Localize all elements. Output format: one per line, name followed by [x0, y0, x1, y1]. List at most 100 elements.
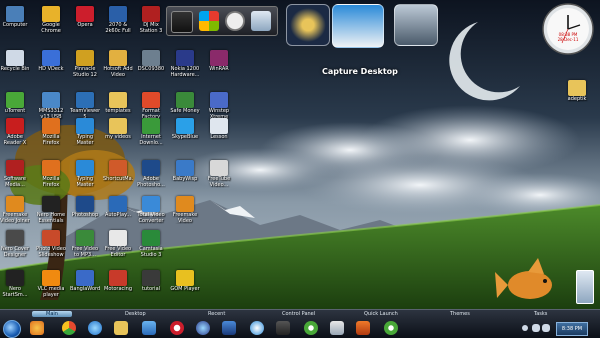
desktop-icon[interactable]: Recycle Bin	[0, 50, 30, 72]
app-icon	[109, 270, 127, 286]
desktop-icon-adeptik[interactable]: adeptik	[562, 80, 592, 102]
desktop-icon[interactable]: uTorrent	[0, 92, 30, 114]
desktop-icon[interactable]: Software Media...	[0, 160, 30, 188]
desktop-icon[interactable]: BabyWisp	[170, 160, 200, 182]
tray-arrow-icon[interactable]	[522, 325, 528, 331]
desktop-icon[interactable]: Free Video to MP3...	[70, 230, 100, 258]
utorrent-icon[interactable]	[384, 321, 398, 335]
desktop-icon-label: adeptik	[567, 96, 587, 102]
tray-flag-icon[interactable]	[532, 324, 540, 332]
desktop-icon[interactable]: Opera	[70, 6, 100, 28]
desktop-icon[interactable]: Freemake Video Joiner	[0, 196, 30, 224]
desktop-icon[interactable]: Nero Home Essentials	[36, 196, 66, 224]
app-icon	[42, 196, 60, 212]
desktop-icon[interactable]: Adobe Reader X	[0, 118, 30, 146]
desktop-icon[interactable]: Hotsoft Add Video Frame	[103, 50, 133, 78]
app-icon	[6, 160, 24, 176]
desktop-icon[interactable]: Google Chrome	[36, 6, 66, 34]
desktop-icon[interactable]: Typing Master	[70, 160, 100, 188]
desktop-icon[interactable]: Free Video Editor	[103, 230, 133, 258]
desktop-icon-label: Hotsoft Add Video Frame	[103, 66, 133, 78]
desktop-icon[interactable]: Adobe Photosho...	[136, 160, 166, 188]
video-icon[interactable]	[356, 321, 370, 335]
taskbar-clock[interactable]: 8:38 PM	[556, 322, 588, 336]
desktop-icon-label: WinRAR	[209, 66, 229, 72]
desktop-icon[interactable]: TeamViewer 5	[70, 92, 100, 120]
opera-icon[interactable]	[170, 321, 184, 335]
tab-quick-launch[interactable]: Quick Launch	[364, 311, 398, 317]
desktop-icon[interactable]: SkypeBlue	[170, 118, 200, 140]
desktop-icon[interactable]: Format Factory	[136, 92, 166, 120]
monitor-icon[interactable]	[394, 4, 438, 46]
app-icon	[76, 196, 94, 212]
desktop-icon[interactable]: AutoPlay...	[103, 196, 133, 218]
firefox-icon[interactable]	[30, 321, 44, 335]
app-icon	[176, 196, 194, 212]
photos-icon[interactable]	[330, 321, 344, 335]
desktop-icon[interactable]: Computer	[0, 6, 30, 28]
tab-main[interactable]: Main	[32, 311, 72, 317]
desktop-icon[interactable]: Mozilla Firefox	[36, 160, 66, 188]
app-icon	[76, 118, 94, 134]
desktop-icon[interactable]: Internet Downlo...	[136, 118, 166, 146]
nexus-icon[interactable]	[171, 11, 193, 33]
desktop-icon[interactable]: Nokia 1200 Hardware...	[170, 50, 200, 78]
desktop-icon[interactable]: Mozilla Firefox	[36, 118, 66, 146]
desktop-icon[interactable]: Nero Cover Designer	[0, 230, 30, 258]
app-icon	[6, 50, 24, 66]
tab-themes[interactable]: Themes	[450, 311, 470, 317]
desktop-icon[interactable]: Camtasia Studio 3	[136, 230, 166, 258]
desktop-icon[interactable]: VLC media player	[36, 270, 66, 298]
desktop-icon[interactable]: Photoshop	[70, 196, 100, 218]
desktop-icon[interactable]: Lesson	[204, 118, 234, 140]
app-icon	[176, 160, 194, 176]
desktop-icon[interactable]: MMS3312 v13 USB	[36, 92, 66, 120]
desktop-icon-label: Camtasia Studio 3	[139, 246, 163, 258]
ie-icon[interactable]	[88, 321, 102, 335]
desktop-icon[interactable]: Freemake Video Conv...	[170, 196, 200, 224]
desktop-icon[interactable]: 2070 & 2k60c Full Solution	[103, 6, 133, 34]
display-icon[interactable]	[222, 321, 236, 335]
folder-icon	[568, 80, 586, 96]
desktop-icon[interactable]: HD VDeck	[36, 50, 66, 72]
utorrent-icon[interactable]	[304, 321, 318, 335]
desktop-icon[interactable]: Safe Money	[170, 92, 200, 114]
desktop-icon[interactable]: Winstep Xtreme	[204, 92, 234, 120]
media-center-icon[interactable]	[196, 321, 210, 335]
media-player-icon[interactable]	[250, 321, 264, 335]
desktop-icon[interactable]: WinRAR	[204, 50, 234, 72]
desktop-icon[interactable]: DJ Mix Station 3	[136, 6, 166, 34]
capture-desktop-icon[interactable]	[332, 4, 384, 48]
desktop-icon[interactable]: Nero StartSm...	[0, 270, 30, 298]
desktop-icon[interactable]: Typing Master User M...	[70, 118, 100, 146]
desktop-icon[interactable]: my videos	[103, 118, 133, 140]
desktop-icon[interactable]: DSC09380	[136, 50, 166, 72]
capture-desktop-label: Capture Desktop	[322, 67, 398, 76]
recycle-bin-icon[interactable]	[251, 11, 271, 31]
desktop-icon[interactable]: BanglaWord	[70, 270, 100, 292]
folder-icon[interactable]	[114, 321, 128, 335]
app-icon	[76, 230, 94, 246]
desktop-icon[interactable]: templates	[103, 92, 133, 114]
desktop-icon[interactable]: tutorial	[136, 270, 166, 292]
desktop-icon[interactable]: Pinnacle Studio 12	[70, 50, 100, 78]
chrome-icon[interactable]	[62, 321, 76, 335]
windows-logo-icon[interactable]	[199, 11, 219, 31]
tab-recent[interactable]: Recent	[208, 311, 225, 317]
recycle-bin-gadget[interactable]	[576, 270, 594, 304]
desktop-icon[interactable]: Photo Video Slideshow	[36, 230, 66, 258]
camera-icon[interactable]	[276, 321, 290, 335]
desktop-icon[interactable]: GOM Player	[170, 270, 200, 292]
desktop-icon[interactable]: Motoracing	[103, 270, 133, 292]
tab-desktop[interactable]: Desktop	[125, 311, 146, 317]
app-icon	[210, 118, 228, 134]
clock-icon[interactable]	[225, 11, 245, 31]
tab-tasks[interactable]: Tasks	[534, 311, 547, 317]
desktop-icon[interactable]: ShortcutMa...	[103, 160, 133, 182]
desktop-icon[interactable]: FreeTube Video...	[204, 160, 234, 188]
network-icon[interactable]	[142, 321, 156, 335]
atom-icon[interactable]	[286, 4, 330, 46]
volume-icon[interactable]	[542, 324, 550, 332]
desktop-icon[interactable]: Total Video Converter	[136, 196, 166, 224]
tab-control-panel[interactable]: Control Panel	[282, 311, 315, 317]
